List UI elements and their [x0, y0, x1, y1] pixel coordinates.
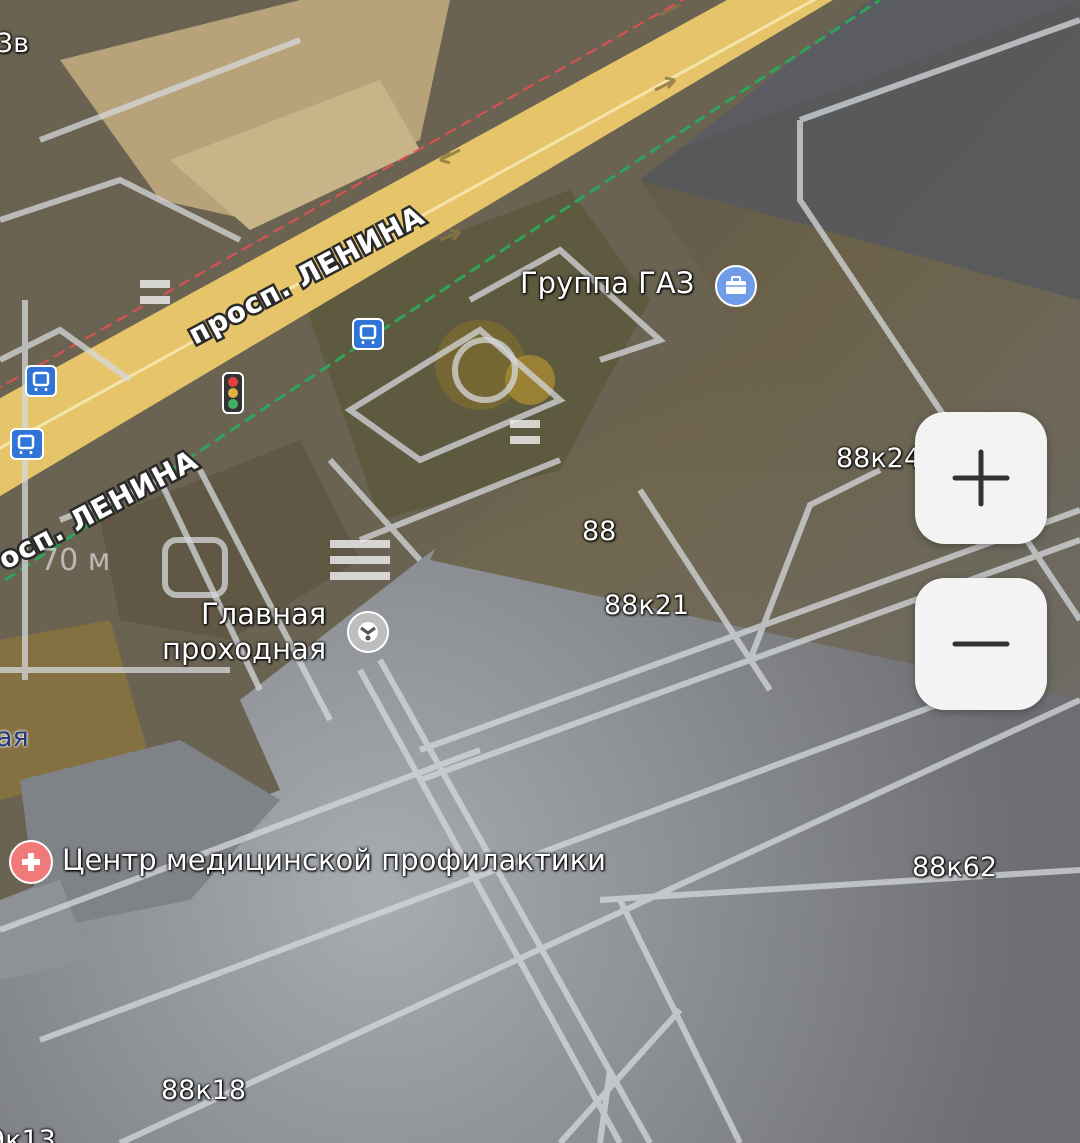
street-fragment-label: ая — [0, 722, 29, 753]
bus-stop-icon[interactable] — [10, 428, 44, 460]
address-label: 9к13 — [0, 1125, 56, 1143]
address-label: 88к18 — [161, 1075, 247, 1106]
address-label: 3в — [0, 28, 30, 59]
poi-label-med-center[interactable]: Центр медицинской профилактики — [62, 843, 606, 878]
poi-label-main-gate[interactable]: Главная проходная — [162, 597, 326, 667]
plus-icon — [952, 449, 1010, 507]
address-label: 88 — [582, 516, 617, 547]
zoom-out-button[interactable] — [915, 578, 1047, 710]
map-canvas[interactable]: просп. ЛЕНИНА осп. ЛЕНИНА — [0, 0, 1080, 1143]
briefcase-icon[interactable] — [715, 265, 757, 307]
address-label: 88к62 — [912, 852, 998, 883]
poi-label-main-gate-line2: проходная — [162, 632, 327, 666]
traffic-light-icon — [222, 372, 244, 414]
map-view[interactable]: просп. ЛЕНИНА осп. ЛЕНИНА Группа ГАЗ Гла… — [0, 0, 1080, 1143]
address-label: 88к21 — [604, 590, 690, 621]
gate-icon[interactable] — [347, 611, 389, 653]
bus-stop-icon[interactable] — [25, 365, 57, 397]
zoom-in-button[interactable] — [915, 412, 1047, 544]
bus-stop-icon[interactable] — [352, 318, 384, 350]
scale-label: 70 м — [40, 543, 111, 578]
address-label: 88к24 — [836, 443, 922, 474]
minus-icon — [952, 641, 1010, 647]
poi-label-gaz-group[interactable]: Группа ГАЗ — [520, 266, 694, 301]
poi-label-main-gate-line1: Главная — [200, 597, 327, 631]
medical-cross-icon[interactable] — [9, 840, 53, 884]
